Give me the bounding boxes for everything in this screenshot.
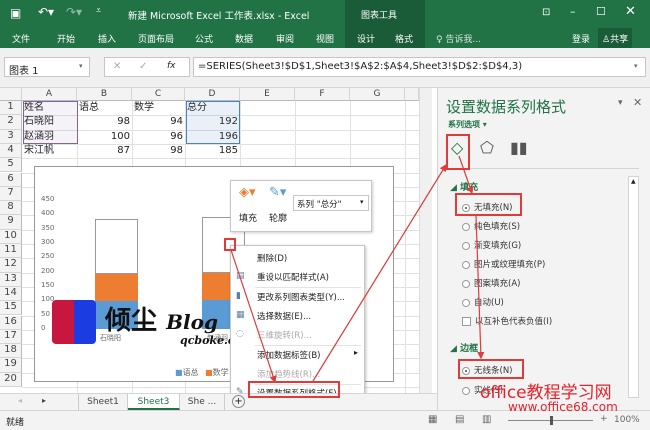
annotation-arrows (230, 155, 485, 384)
